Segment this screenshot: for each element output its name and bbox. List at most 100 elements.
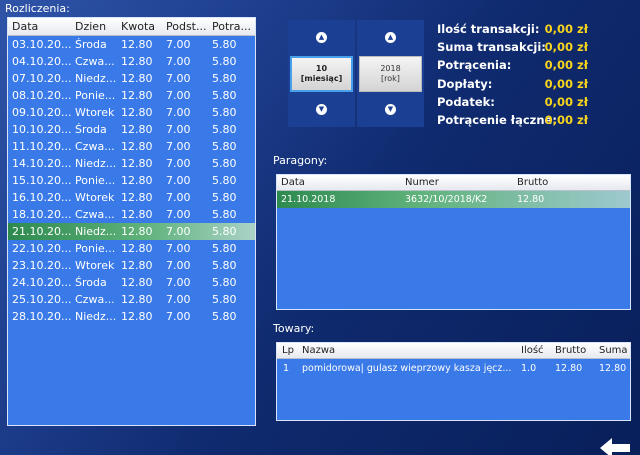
- row-data: 16.10.20...: [12, 191, 71, 204]
- row-dzien: Niedz...: [75, 310, 117, 323]
- table-row[interactable]: 21.10.20... Niedz... 12.80 7.00 5.80: [8, 223, 255, 240]
- table-row[interactable]: 07.10.20... Niedz... 12.80 7.00 5.80: [8, 70, 255, 87]
- row-kwota: 12.80: [121, 123, 153, 136]
- table-row[interactable]: 09.10.20... Wtorek 12.80 7.00 5.80: [8, 104, 255, 121]
- row-numer: 3632/10/2018/K2: [405, 194, 488, 205]
- row-data: 24.10.20...: [12, 276, 71, 289]
- back-arrow-icon[interactable]: [598, 437, 632, 455]
- row-kwota: 12.80: [121, 72, 153, 85]
- row-podstawa: 7.00: [166, 55, 191, 68]
- row-brutto: 12.80: [555, 363, 583, 374]
- table-row[interactable]: 03.10.20... Środa 12.80 7.00 5.80: [8, 36, 255, 53]
- row-dzien: Wtorek: [75, 191, 115, 204]
- col-suma-header[interactable]: Suma: [599, 345, 629, 356]
- table-row[interactable]: 16.10.20... Wtorek 12.80 7.00 5.80: [8, 189, 255, 206]
- col-ilosc-header[interactable]: Ilość: [521, 345, 555, 356]
- table-row[interactable]: 25.10.20... Czwa... 12.80 7.00 5.80: [8, 291, 255, 308]
- col-dzien-header[interactable]: Dzien: [71, 20, 117, 33]
- towary-table[interactable]: Lp Nazwa Ilość Brutto Suma 1 pomidorowa|…: [276, 342, 631, 421]
- year-value[interactable]: 2018 [rok]: [359, 56, 422, 92]
- row-kwota: 12.80: [121, 310, 153, 323]
- potracenie-laczne-label: Potrącenie łączne:: [437, 113, 557, 127]
- row-potracenie: 5.80: [212, 191, 237, 204]
- row-data: 04.10.20...: [12, 55, 71, 68]
- row-data: 03.10.20...: [12, 38, 71, 51]
- potracenie-laczne-value: 0,00 zł: [544, 113, 588, 127]
- row-suma: 12.80: [599, 363, 627, 374]
- table-row[interactable]: 14.10.20... Niedz... 12.80 7.00 5.80: [8, 155, 255, 172]
- row-podstawa: 7.00: [166, 293, 191, 306]
- table-row[interactable]: 23.10.20... Wtorek 12.80 7.00 5.80: [8, 257, 255, 274]
- col-potracenie-header[interactable]: Potra...: [208, 20, 255, 33]
- col-data-header[interactable]: Data: [277, 177, 405, 188]
- row-data: 18.10.20...: [12, 208, 71, 221]
- podatek-label: Podatek:: [437, 95, 495, 109]
- row-data: 15.10.20...: [12, 174, 71, 187]
- rozliczenia-body: 03.10.20... Środa 12.80 7.00 5.80 04.10.20...…: [8, 36, 255, 325]
- col-data-header[interactable]: Data: [8, 20, 71, 33]
- row-kwota: 12.80: [121, 157, 153, 170]
- row-potracenie: 5.80: [212, 157, 237, 170]
- row-kwota: 12.80: [121, 89, 153, 102]
- row-podstawa: 7.00: [166, 72, 191, 85]
- year-number: 2018: [380, 64, 401, 73]
- row-dzien: Ponie...: [75, 174, 116, 187]
- ilosc-transakcji-label: Ilość transakcji:: [437, 22, 540, 36]
- col-brutto-header[interactable]: Brutto: [555, 345, 599, 356]
- chevron-up-icon[interactable]: ▲: [316, 32, 327, 43]
- paragony-table[interactable]: Data Numer Brutto 21.10.2018 3632/10/201…: [276, 174, 631, 310]
- col-podstawa-header[interactable]: Podst...: [162, 20, 208, 33]
- chevron-up-icon[interactable]: ▲: [385, 32, 396, 43]
- row-podstawa: 7.00: [166, 89, 191, 102]
- row-dzien: Czwa...: [75, 208, 115, 221]
- rozliczenia-header: Data Dzien Kwota Podst... Potra...: [8, 18, 255, 36]
- row-data: 07.10.20...: [12, 72, 71, 85]
- doplaty-label: Dopłaty:: [437, 77, 493, 91]
- col-nazwa-header[interactable]: Nazwa: [299, 345, 521, 356]
- potracenia-label: Potrącenia:: [437, 58, 512, 72]
- month-value[interactable]: 10 [miesiąc]: [290, 56, 353, 92]
- table-row[interactable]: 11.10.20... Czwa... 12.80 7.00 5.80: [8, 138, 255, 155]
- row-podstawa: 7.00: [166, 259, 191, 272]
- row-potracenie: 5.80: [212, 106, 237, 119]
- suma-transakcji-value: 0,00 zł: [544, 40, 588, 54]
- table-row[interactable]: 08.10.20... Ponie... 12.80 7.00 5.80: [8, 87, 255, 104]
- table-row[interactable]: 24.10.20... Środa 12.80 7.00 5.80: [8, 274, 255, 291]
- row-dzien: Czwa...: [75, 140, 115, 153]
- row-potracenie: 5.80: [212, 208, 237, 221]
- row-podstawa: 7.00: [166, 174, 191, 187]
- row-podstawa: 7.00: [166, 38, 191, 51]
- row-data: 09.10.20...: [12, 106, 71, 119]
- table-row[interactable]: 21.10.2018 3632/10/2018/K2 12.80: [277, 191, 630, 208]
- row-data: 21.10.20...: [12, 225, 71, 238]
- table-row[interactable]: 18.10.20... Czwa... 12.80 7.00 5.80: [8, 206, 255, 223]
- row-dzien: Ponie...: [75, 242, 116, 255]
- col-kwota-header[interactable]: Kwota: [117, 20, 162, 33]
- rozliczenia-title: Rozliczenia:: [5, 2, 70, 15]
- paragony-header: Data Numer Brutto: [277, 175, 630, 191]
- table-row[interactable]: 1 pomidorowa| gulasz wieprzowy kasza jęc…: [277, 360, 630, 377]
- row-lp: 1: [283, 363, 290, 374]
- table-row[interactable]: 22.10.20... Ponie... 12.80 7.00 5.80: [8, 240, 255, 257]
- col-brutto-header[interactable]: Brutto: [517, 177, 617, 188]
- chevron-down-icon[interactable]: ▼: [385, 104, 396, 115]
- row-kwota: 12.80: [121, 208, 153, 221]
- table-row[interactable]: 15.10.20... Ponie... 12.80 7.00 5.80: [8, 172, 255, 189]
- col-lp-header[interactable]: Lp: [277, 345, 299, 356]
- towary-header: Lp Nazwa Ilość Brutto Suma: [277, 343, 630, 359]
- table-row[interactable]: 04.10.20... Czwa... 12.80 7.00 5.80: [8, 53, 255, 70]
- row-nazwa: pomidorowa| gulasz wieprzowy kasza jęcz.…: [302, 363, 512, 374]
- row-podstawa: 7.00: [166, 106, 191, 119]
- col-numer-header[interactable]: Numer: [405, 177, 517, 188]
- row-kwota: 12.80: [121, 191, 153, 204]
- rozliczenia-table[interactable]: Data Dzien Kwota Podst... Potra... 03.10…: [7, 17, 256, 426]
- row-data: 10.10.20...: [12, 123, 71, 136]
- row-data: 25.10.20...: [12, 293, 71, 306]
- row-dzien: Środa: [75, 276, 107, 289]
- row-kwota: 12.80: [121, 225, 153, 238]
- table-row[interactable]: 10.10.20... Środa 12.80 7.00 5.80: [8, 121, 255, 138]
- row-potracenie: 5.80: [212, 276, 237, 289]
- chevron-down-icon[interactable]: ▼: [316, 104, 327, 115]
- table-row[interactable]: 28.10.20... Niedz... 12.80 7.00 5.80: [8, 308, 255, 325]
- towary-title: Towary:: [273, 322, 315, 335]
